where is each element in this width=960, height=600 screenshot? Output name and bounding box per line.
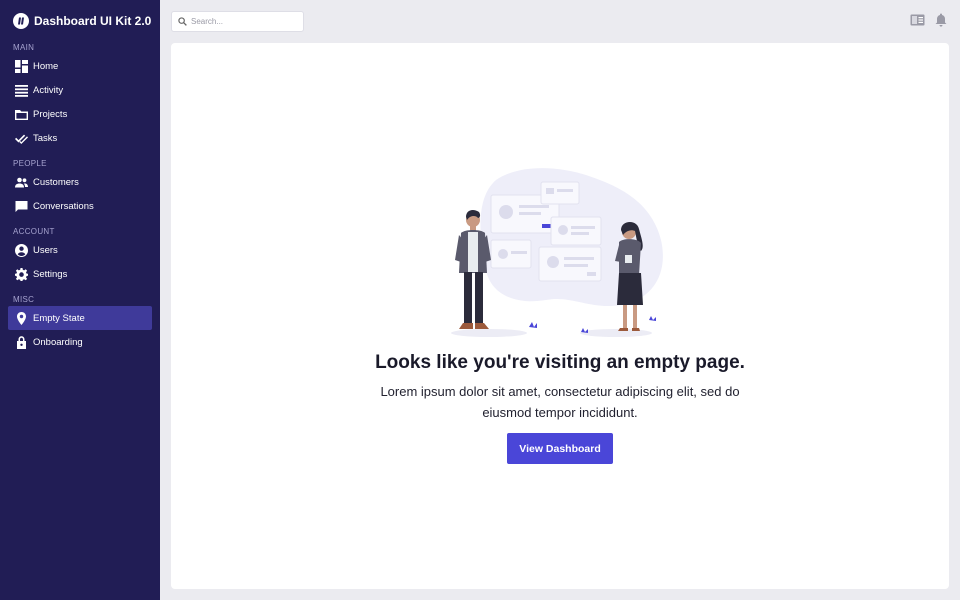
sidebar-item-label: Empty State xyxy=(33,312,85,324)
sidebar: Dashboard UI Kit 2.0 MAIN Home Activity … xyxy=(0,0,160,600)
sidebar-item-label: Users xyxy=(33,244,58,256)
sidebar-item-onboarding[interactable]: Onboarding xyxy=(8,330,152,354)
search-input[interactable] xyxy=(191,17,291,26)
search-bar[interactable] xyxy=(171,11,304,32)
sidebar-item-users[interactable]: Users xyxy=(8,238,152,262)
sidebar-item-label: Settings xyxy=(33,268,68,280)
empty-state-description: Lorem ipsum dolor sit amet, consectetur … xyxy=(380,384,740,420)
brand[interactable]: Dashboard UI Kit 2.0 xyxy=(0,0,160,42)
sidebar-item-tasks[interactable]: Tasks xyxy=(8,126,152,150)
reader-icon[interactable] xyxy=(910,14,925,26)
section-label-main: MAIN xyxy=(13,43,35,52)
folder-icon xyxy=(14,107,28,121)
people-icon xyxy=(14,175,28,189)
empty-state-title: Looks like you're visiting an empty page… xyxy=(375,352,745,373)
list-icon xyxy=(14,83,28,97)
sidebar-item-label: Customers xyxy=(33,176,79,188)
sidebar-item-label: Projects xyxy=(33,108,68,120)
sidebar-item-conversations[interactable]: Conversations xyxy=(8,194,152,218)
brand-logo-icon xyxy=(13,13,29,29)
sidebar-item-projects[interactable]: Projects xyxy=(8,102,152,126)
sidebar-item-customers[interactable]: Customers xyxy=(8,170,152,194)
section-label-account: ACCOUNT xyxy=(13,227,55,236)
bell-icon[interactable] xyxy=(935,13,947,27)
sidebar-item-settings[interactable]: Settings xyxy=(8,262,152,286)
main-card: Looks like you're visiting an empty page… xyxy=(171,43,949,589)
location-pin-icon xyxy=(14,311,28,325)
gear-icon xyxy=(14,267,28,281)
sidebar-item-home[interactable]: Home xyxy=(8,54,152,78)
double-check-icon xyxy=(14,131,28,145)
user-circle-icon xyxy=(14,243,28,257)
view-dashboard-button[interactable]: View Dashboard xyxy=(507,433,613,464)
sidebar-item-activity[interactable]: Activity xyxy=(8,78,152,102)
sidebar-item-label: Conversations xyxy=(33,200,94,212)
section-label-misc: MISC xyxy=(13,295,35,304)
lock-icon xyxy=(14,335,28,349)
sidebar-item-label: Activity xyxy=(33,84,64,96)
sidebar-item-label: Home xyxy=(33,60,59,72)
search-icon xyxy=(178,17,187,26)
empty-state-illustration xyxy=(451,168,663,337)
dashboard-icon xyxy=(14,59,28,73)
sidebar-item-label: Onboarding xyxy=(33,336,83,348)
app-title: Dashboard UI Kit 2.0 xyxy=(34,14,152,28)
sidebar-item-label: Tasks xyxy=(33,132,58,144)
chat-icon xyxy=(14,199,28,213)
section-label-people: PEOPLE xyxy=(13,159,47,168)
sidebar-item-empty-state[interactable]: Empty State xyxy=(8,306,152,330)
